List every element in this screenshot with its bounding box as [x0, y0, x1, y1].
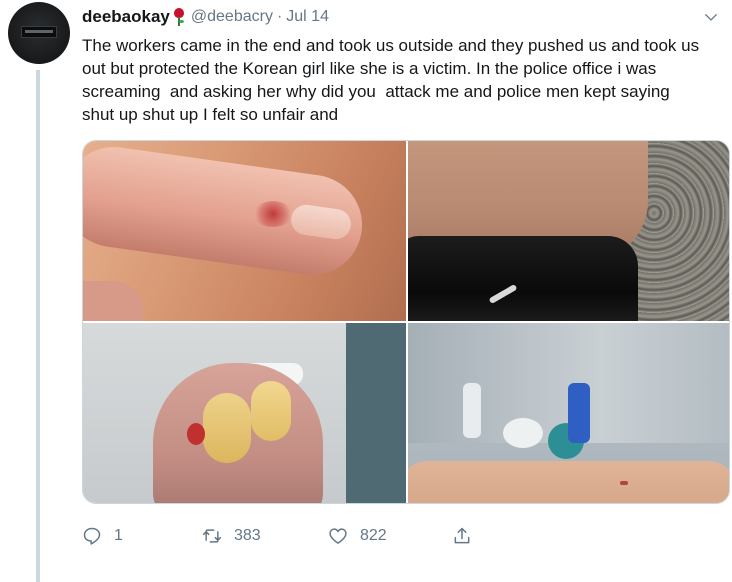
avatar-screen-text — [25, 30, 53, 33]
avatar-screen — [21, 26, 57, 38]
retweet-button[interactable]: 383 — [202, 522, 261, 550]
like-button[interactable]: 822 — [328, 522, 387, 550]
photo-damaged-nails[interactable] — [83, 323, 406, 503]
tweet[interactable]: deebaokay @deebacry · Jul 14 The workers… — [0, 0, 732, 582]
rose-icon — [173, 8, 185, 26]
media-grid — [82, 140, 730, 504]
photo-arm-scratch[interactable] — [408, 323, 729, 503]
tweet-text: The workers came in the end and took us … — [82, 36, 704, 124]
user-handle[interactable]: @deebacry — [191, 8, 273, 26]
photo-injured-finger[interactable] — [83, 141, 406, 321]
chevron-down-icon[interactable] — [704, 10, 718, 24]
reply-button[interactable]: 1 — [82, 522, 123, 550]
retweet-count: 383 — [234, 527, 261, 544]
heart-icon — [329, 528, 347, 544]
avatar-column — [8, 2, 70, 64]
like-count: 822 — [360, 527, 387, 544]
reply-icon — [83, 527, 101, 545]
thread-line — [36, 70, 40, 582]
tweet-date[interactable]: Jul 14 — [286, 8, 329, 26]
separator: · — [276, 8, 283, 25]
reply-count: 1 — [114, 527, 123, 544]
tweet-header: deebaokay @deebacry · Jul 14 — [82, 6, 329, 28]
avatar[interactable] — [8, 2, 70, 64]
display-name[interactable]: deebaokay — [82, 7, 170, 27]
retweet-icon — [202, 529, 222, 543]
share-button[interactable] — [452, 522, 472, 550]
photo-leg-scratch[interactable] — [408, 141, 729, 321]
share-icon — [454, 527, 470, 544]
